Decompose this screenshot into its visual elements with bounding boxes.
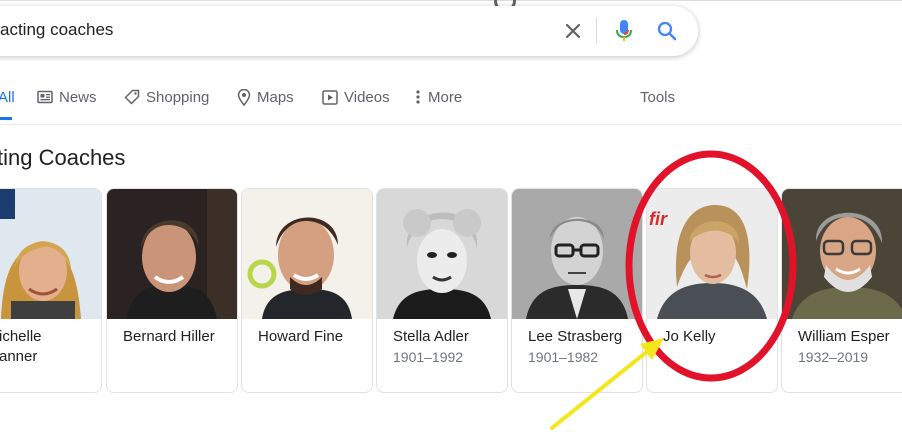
close-icon — [565, 23, 581, 39]
coach-photo — [377, 189, 507, 319]
coach-photo — [782, 189, 902, 319]
microphone-icon — [616, 20, 632, 41]
coach-card[interactable]: Howard Fine — [241, 188, 373, 393]
coach-photo — [0, 189, 101, 319]
search-bar: acting coaches — [0, 6, 698, 56]
coach-name: Jo Kelly — [663, 328, 716, 345]
svg-text:fir: fir — [649, 209, 668, 229]
coach-card[interactable]: ichelle anner — [0, 188, 102, 393]
coach-years: 1901–1982 — [528, 349, 599, 365]
vertical-dots-icon — [416, 90, 420, 104]
search-input[interactable]: acting coaches — [0, 20, 113, 40]
coach-photo — [512, 189, 642, 319]
tabs-divider — [0, 124, 902, 125]
tools-label: Tools — [640, 88, 676, 106]
search-divider — [596, 18, 597, 44]
coach-name-line2: anner — [0, 348, 38, 365]
coach-name: Bernard Hiller — [123, 328, 215, 345]
newspaper-icon — [37, 90, 53, 104]
tools-button[interactable]: Tools — [640, 86, 675, 108]
search-button[interactable] — [653, 17, 681, 45]
clear-search-button[interactable] — [559, 17, 587, 45]
top-divider — [0, 0, 902, 1]
tag-icon — [124, 89, 140, 105]
coach-photo — [107, 189, 237, 319]
tab-label: Videos — [344, 88, 390, 106]
tab-maps[interactable]: Maps — [237, 86, 294, 108]
coach-name: Stella Adler — [393, 328, 469, 345]
tab-videos[interactable]: Videos — [322, 86, 390, 108]
coach-years: 1901–1992 — [393, 349, 464, 365]
active-tab-indicator — [0, 117, 12, 120]
coach-card[interactable]: Bernard Hiller — [106, 188, 238, 393]
search-tabs: All News Shopping Maps Videos More Tools — [0, 86, 902, 120]
coach-years: 1932–2019 — [798, 349, 869, 365]
coach-card[interactable]: fir Jo Kelly — [646, 188, 778, 393]
tab-shopping[interactable]: Shopping — [124, 86, 209, 108]
tab-more[interactable]: More — [416, 86, 462, 108]
coach-photo — [242, 189, 372, 319]
map-pin-icon — [237, 88, 251, 106]
tab-label: More — [428, 88, 463, 106]
coach-card[interactable]: Stella Adler 1901–1992 — [376, 188, 508, 393]
play-box-icon — [322, 89, 338, 105]
tab-label: Maps — [257, 88, 294, 106]
coach-name: William Esper — [798, 328, 890, 345]
coach-photo: fir — [647, 189, 777, 319]
coach-card[interactable]: William Esper 1932–2019 — [781, 188, 902, 393]
coach-card[interactable]: Lee Strasberg 1901–1982 — [511, 188, 643, 393]
tab-label: All — [0, 88, 15, 106]
voice-search-button[interactable] — [610, 17, 638, 45]
section-title: ting Coaches — [0, 145, 126, 170]
tab-news[interactable]: News — [37, 86, 97, 108]
coach-name: Lee Strasberg — [528, 328, 623, 345]
coach-name: Howard Fine — [258, 328, 344, 345]
coach-name: ichelle — [0, 328, 42, 345]
tab-label: News — [59, 88, 97, 106]
search-icon — [657, 21, 677, 41]
tab-label: Shopping — [146, 88, 210, 106]
tab-all[interactable]: All — [0, 86, 15, 108]
